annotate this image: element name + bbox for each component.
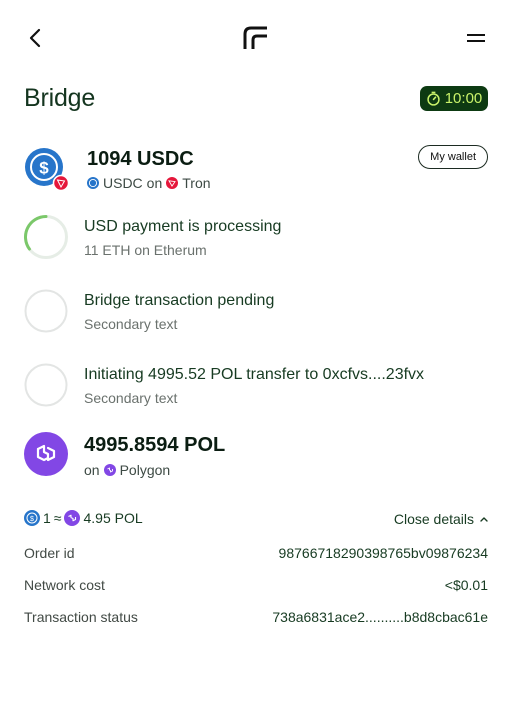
- pending-circle-icon: [24, 363, 68, 407]
- usdc-icon: [87, 177, 99, 189]
- chevron-left-icon: [29, 28, 41, 48]
- close-details-label: Close details: [393, 511, 474, 527]
- step-usd-payment: USD payment is processing 11 ETH on Ethe…: [24, 215, 488, 263]
- chevron-up-icon: [480, 517, 488, 522]
- svg-text:$: $: [39, 159, 49, 178]
- usdc-tron-icon: $: [25, 148, 68, 191]
- step-initiating-transfer: Initiating 4995.52 POL transfer to 0xcfv…: [24, 363, 488, 411]
- detail-label: Order id: [24, 545, 75, 561]
- progress-spinner-icon: [24, 215, 68, 259]
- detail-value: <$0.01: [444, 577, 488, 593]
- step-title: Bridge transaction pending: [84, 292, 275, 309]
- timer-value: 10:00: [444, 90, 483, 107]
- my-wallet-button[interactable]: My wallet: [418, 145, 488, 169]
- tron-icon: [166, 177, 179, 189]
- stopwatch-icon: [427, 91, 440, 106]
- destination-amount: 4995.8594 POL: [84, 434, 226, 456]
- polygon-icon: [64, 510, 81, 526]
- detail-value: 738a6831ace2..........b8d8cbac61e: [272, 609, 488, 625]
- source-asset: $ 1094 USDC USDC on Tron My wallet: [24, 145, 488, 193]
- close-details-toggle[interactable]: Close details: [394, 511, 488, 527]
- step-title: USD payment is processing: [84, 218, 282, 235]
- source-amount: 1094 USDC: [87, 148, 194, 170]
- detail-network-cost: Network cost <$0.01: [24, 577, 488, 597]
- destination-network: Polygon: [119, 462, 171, 478]
- detail-label: Transaction status: [24, 609, 138, 625]
- back-button[interactable]: [24, 26, 48, 50]
- source-network-line: USDC on Tron: [87, 175, 211, 191]
- rate-left: 1: [43, 510, 51, 526]
- detail-label: Network cost: [24, 577, 105, 593]
- app-header: [0, 0, 512, 78]
- detail-transaction-status: Transaction status 738a6831ace2.........…: [24, 609, 488, 629]
- polygon-mini-icon: [103, 464, 116, 476]
- menu-button[interactable]: [464, 28, 488, 48]
- destination-asset: 4995.8594 POL on Polygon: [24, 432, 488, 480]
- svg-text:$: $: [30, 516, 34, 523]
- exchange-rate: $ 1 ≈ 4.95 POL: [24, 510, 143, 526]
- destination-network-line: on Polygon: [84, 462, 170, 478]
- pending-circle-icon: [24, 289, 68, 333]
- step-subtitle: Secondary text: [84, 390, 178, 406]
- menu-icon: [467, 34, 485, 42]
- usdc-icon: $: [24, 510, 40, 526]
- rate-right: 4.95 POL: [83, 510, 143, 526]
- destination-on-label: on: [84, 462, 100, 478]
- page-title: Bridge: [24, 84, 96, 112]
- step-subtitle: Secondary text: [84, 316, 178, 332]
- source-on-label: on: [146, 175, 163, 191]
- rate-approx: ≈: [53, 510, 62, 526]
- brand-logo: [243, 26, 269, 50]
- step-subtitle: 11 ETH on Etherum: [84, 242, 207, 258]
- brand-logo-icon: [243, 26, 267, 49]
- source-token: USDC: [103, 175, 143, 191]
- polygon-icon: [24, 432, 68, 476]
- countdown-timer: 10:00: [420, 86, 488, 111]
- detail-value: 98766718290398765bv09876234: [278, 545, 488, 561]
- step-bridge-pending: Bridge transaction pending Secondary tex…: [24, 289, 488, 337]
- source-network: Tron: [182, 175, 211, 191]
- detail-order-id: Order id 98766718290398765bv09876234: [24, 545, 488, 565]
- step-title: Initiating 4995.52 POL transfer to 0xcfv…: [84, 366, 425, 383]
- exchange-rate-row: $ 1 ≈ 4.95 POL Close details: [24, 510, 488, 530]
